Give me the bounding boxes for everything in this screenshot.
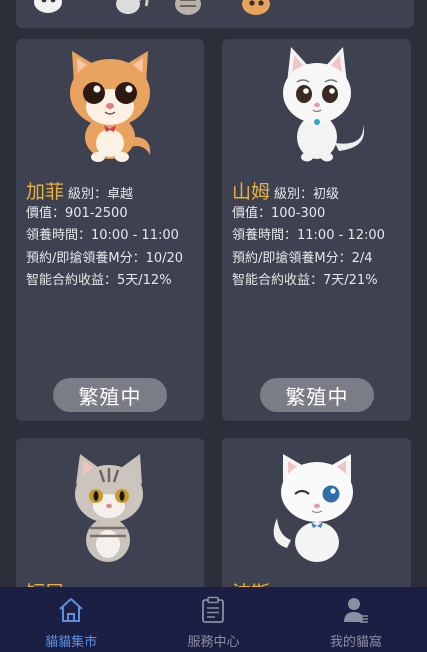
cat-adopt-time: 領養時間：11:00 - 12:00 xyxy=(232,228,385,243)
cat-thumb-icon xyxy=(34,0,62,13)
top-card-partial[interactable] xyxy=(16,0,414,28)
market-list[interactable]: 加菲 級別：卓越 價值：901-2500 領養時間：10:00 - 11:00 … xyxy=(0,0,427,587)
tab-label: 貓貓集市 xyxy=(45,635,98,650)
breeding-button[interactable]: 繁殖中 xyxy=(260,378,374,412)
cat-level: 級別：初级 xyxy=(274,187,340,202)
cat-card-sam[interactable]: 山姆 級別：初级 價值：100-300 領養時間：11:00 - 12:00 預… xyxy=(222,39,411,421)
cat-name: 加菲 xyxy=(26,181,65,203)
cat-card-garfield[interactable]: 加菲 級別：卓越 價值：901-2500 領養時間：10:00 - 11:00 … xyxy=(16,39,204,421)
clipboard-icon xyxy=(198,595,228,625)
cat-card-short-tail[interactable]: 短尾 xyxy=(16,438,204,587)
home-icon xyxy=(56,595,86,625)
cat-reserve: 預約/即搶領養M分：10/20 xyxy=(26,251,184,266)
cat-contract: 智能合約收益：7天/21% xyxy=(232,273,378,288)
cat-name: 短尾 xyxy=(26,578,64,587)
tab-service-center[interactable]: 服務中心 xyxy=(142,587,284,652)
cat-thumbnails xyxy=(34,0,270,15)
cat-price: 價值：901-2500 xyxy=(26,206,128,221)
cat-contract: 智能合約收益：5天/12% xyxy=(26,273,172,288)
cat-name: 波斯 xyxy=(232,578,270,587)
persian-cat-illustration xyxy=(273,454,353,562)
tabby-cat-illustration xyxy=(75,454,143,562)
orange-cat-illustration xyxy=(70,51,151,162)
breeding-button[interactable]: 繁殖中 xyxy=(53,378,167,412)
cat-reserve: 預約/即搶領養M分：2/4 xyxy=(232,251,373,266)
cat-card-persian[interactable]: 波斯 xyxy=(222,438,411,587)
tab-label: 我的貓窩 xyxy=(329,635,382,650)
cat-price: 價值：100-300 xyxy=(232,206,326,221)
cat-thumb-icon xyxy=(175,0,201,15)
tab-label: 服務中心 xyxy=(187,635,240,650)
cat-adopt-time: 領養時間：10:00 - 11:00 xyxy=(26,228,179,243)
cat-level: 級別：卓越 xyxy=(68,187,134,202)
cat-thumb-icon xyxy=(242,0,270,15)
cat-thumb-icon xyxy=(116,0,149,14)
bottom-tab-bar: 貓貓集市 服務中心 我的貓窩 xyxy=(0,587,427,652)
user-icon xyxy=(341,595,371,625)
tab-cat-market[interactable]: 貓貓集市 xyxy=(0,587,142,652)
cat-name: 山姆 xyxy=(232,181,271,203)
tab-my-cat-nest[interactable]: 我的貓窩 xyxy=(285,587,427,652)
white-cat-illustration xyxy=(282,47,364,162)
